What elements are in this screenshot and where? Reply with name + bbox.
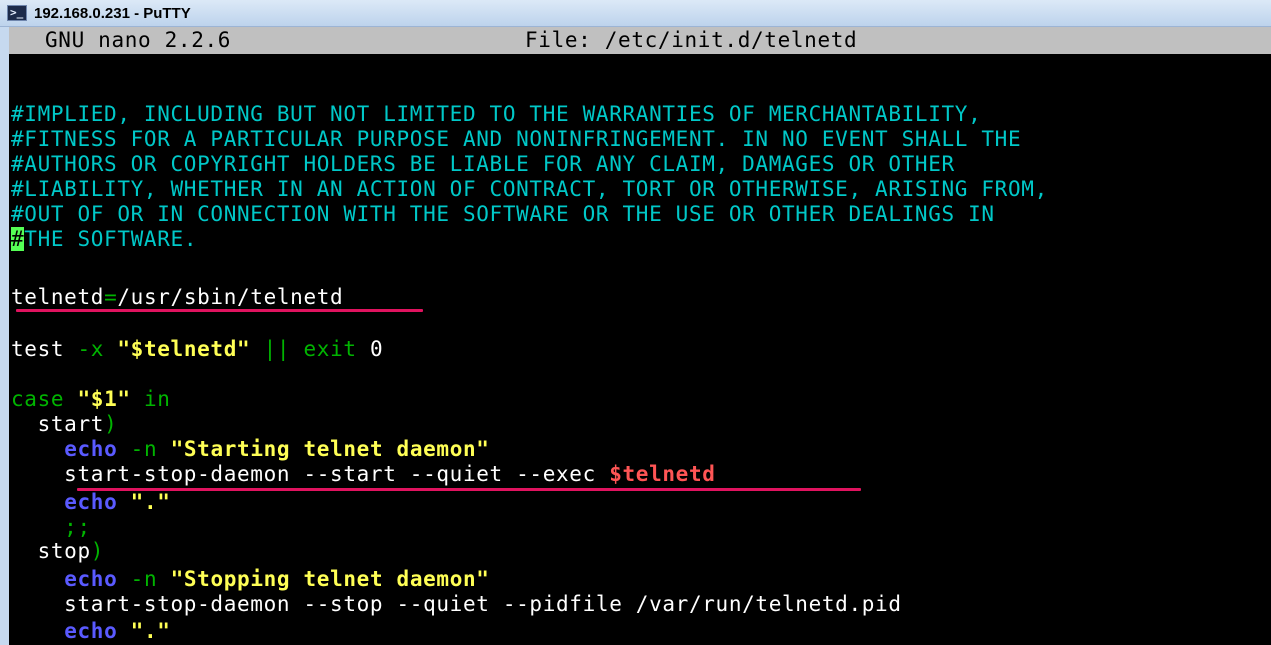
case-line: case "$1" in (11, 387, 171, 412)
assign-name: telnetd (11, 285, 105, 309)
echo-flag: -n (117, 567, 171, 591)
nano-version: GNU nano 2.2.6 (45, 28, 232, 52)
echo-keyword: echo (64, 567, 118, 591)
double-semicolon-line: ;; (11, 515, 91, 539)
nano-header-bar: GNU nano 2.2.6 File: /etc/init.d/telnetd (9, 27, 1271, 54)
annotation-underline-2 (77, 488, 861, 491)
test-or: || (250, 337, 304, 361)
comment-line-1: #IMPLIED, INCLUDING BUT NOT LIMITED TO T… (11, 102, 982, 126)
start-label: start (11, 412, 105, 436)
annotation-underline-1 (16, 309, 423, 312)
comment-line-6-text: THE SOFTWARE. (24, 227, 198, 251)
echo-keyword: echo (64, 490, 118, 514)
window-title: 192.168.0.231 - PuTTY (34, 4, 191, 22)
comment-line-4: #LIABILITY, WHETHER IN AN ACTION OF CONT… (11, 177, 1048, 201)
stop-label-line: stop) (11, 539, 104, 564)
dot-message: "." (130, 619, 171, 643)
window-frame-left (0, 27, 9, 645)
title-bar[interactable]: >_ 192.168.0.231 - PuTTY (0, 0, 1271, 27)
putty-terminal-icon[interactable]: >_ (7, 5, 27, 21)
text-cursor: # (11, 227, 25, 251)
stop-command-line: start-stop-daemon --stop --quiet --pidfi… (11, 592, 902, 616)
test-exit: exit (303, 337, 357, 361)
start-command: start-stop-daemon --start --quiet --exec (11, 462, 610, 486)
start-variable: $telnetd (609, 462, 716, 486)
start-command-line: start-stop-daemon --start --quiet --exec… (11, 462, 716, 487)
comment-line-6: #THE SOFTWARE. (11, 227, 197, 252)
case-keyword: case (11, 387, 65, 411)
echo-flag: -n (117, 437, 171, 461)
echo-keyword: echo (64, 619, 118, 643)
start-message: "Starting telnet daemon" (170, 437, 490, 461)
stop-paren: ) (90, 539, 105, 563)
test-keyword: test (11, 337, 65, 361)
stop-echo-line: echo -n "Stopping telnet daemon" (11, 567, 490, 592)
stop-message: "Stopping telnet daemon" (170, 567, 490, 591)
test-exit-code: 0 (356, 337, 384, 361)
start-paren: ) (104, 412, 118, 436)
assign-value: /usr/sbin/telnetd (117, 285, 344, 309)
test-line: test -x "$telnetd" || exit 0 (11, 337, 383, 362)
test-argument: "$telnetd" (117, 337, 251, 361)
stop-label: stop (11, 539, 91, 563)
dot-message: "." (130, 490, 171, 514)
putty-window: >_ 192.168.0.231 - PuTTY GNU nano 2.2.6 … (0, 0, 1271, 645)
stop-dot-line: echo "." (11, 619, 171, 644)
echo-keyword: echo (64, 437, 118, 461)
telnetd-assignment-line: telnetd=/usr/sbin/telnetd (11, 285, 343, 310)
start-dot-line: echo "." (11, 490, 171, 515)
comment-line-5: #OUT OF OR IN CONNECTION WITH THE SOFTWA… (11, 202, 995, 226)
comment-line-2: #FITNESS FOR A PARTICULAR PURPOSE AND NO… (11, 127, 1022, 151)
start-echo-line: echo -n "Starting telnet daemon" (11, 437, 490, 462)
terminal-area[interactable]: GNU nano 2.2.6 File: /etc/init.d/telnetd… (9, 27, 1271, 645)
comment-line-3: #AUTHORS OR COPYRIGHT HOLDERS BE LIABLE … (11, 152, 955, 176)
case-argument: "$1" (77, 387, 131, 411)
case-in: in (130, 387, 171, 411)
test-flag: -x (64, 337, 118, 361)
nano-file-name: File: /etc/init.d/telnetd (525, 28, 858, 52)
start-label-line: start) (11, 412, 117, 437)
assign-eq: = (104, 285, 118, 309)
